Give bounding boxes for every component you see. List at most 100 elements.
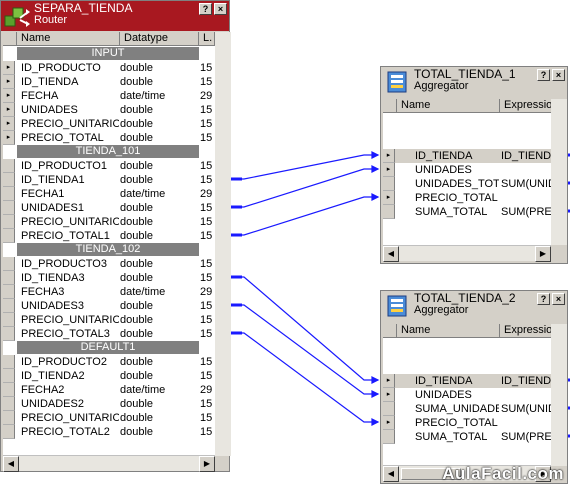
col-expression-header[interactable]: Expression (500, 324, 551, 338)
port-row[interactable]: ID_TIENDA3double15▸ (3, 271, 215, 285)
col-expression-header[interactable]: Expression (500, 99, 551, 113)
port-row[interactable]: ▸ ID_TIENDA ID_TIENDA (383, 374, 551, 388)
port-row[interactable]: PRECIO_UNITARIO1double15▸ (3, 215, 215, 229)
input-port-icon[interactable]: ▸ (3, 61, 15, 75)
aggregator1-titlebar[interactable]: TOTAL_TIENDA_1 Aggregator ? × (381, 67, 567, 97)
input-port-icon[interactable]: ▸ (383, 163, 395, 177)
input-port-icon[interactable]: ▸ (3, 103, 15, 117)
close-button[interactable]: × (552, 293, 565, 305)
port-row[interactable]: PRECIO_TOTAL3double15▸ (3, 327, 215, 341)
scroll-right-icon[interactable]: ▶ (535, 246, 551, 262)
scroll-left-icon[interactable]: ◀ (3, 456, 19, 472)
input-port-icon[interactable]: ▸ (383, 149, 395, 163)
input-port-icon[interactable] (3, 397, 15, 411)
input-port-icon[interactable]: ▸ (3, 75, 15, 89)
input-port-icon[interactable] (3, 201, 15, 215)
port-row[interactable]: UNIDADES3double15▸ (3, 299, 215, 313)
port-row[interactable]: ▸ ID_TIENDA ID_TIENDA (383, 149, 551, 163)
input-port-icon[interactable] (3, 383, 15, 397)
aggregator1-hscroll[interactable]: ◀ ▶ (383, 245, 551, 262)
port-row[interactable]: UNIDADES1double15▸ (3, 201, 215, 215)
aggregator2-window[interactable]: TOTAL_TIENDA_2 Aggregator ? × Name Expre… (380, 290, 568, 484)
col-length-header[interactable]: L. (199, 32, 215, 46)
aggregator1-vscroll[interactable] (551, 99, 567, 245)
port-row[interactable]: ▸ UNIDADES double 15 (3, 103, 215, 117)
group-header: TIENDA_102 (17, 243, 199, 256)
port-row[interactable]: ▸ ID_PRODUCTO double 15 (3, 61, 215, 75)
input-port-icon[interactable] (3, 299, 15, 313)
cell-name: PRECIO_TOTAL (21, 132, 104, 144)
input-port-icon[interactable] (3, 355, 15, 369)
col-name-header[interactable]: Name (17, 32, 120, 46)
router-vscroll[interactable] (215, 32, 231, 456)
input-port-icon[interactable] (383, 205, 395, 219)
close-button[interactable]: × (552, 69, 565, 81)
help-button[interactable]: ? (537, 293, 550, 305)
port-row[interactable]: FECHA1date/time29▸ (3, 187, 215, 201)
port-row[interactable]: ID_TIENDA1double15▸ (3, 173, 215, 187)
port-row[interactable]: ▸ PRECIO_TOTAL (383, 191, 551, 205)
port-row[interactable]: PRECIO_TOTAL2double15▸ (3, 425, 215, 439)
input-port-icon[interactable] (3, 411, 15, 425)
scroll-left-icon[interactable]: ◀ (383, 246, 399, 262)
input-port-icon[interactable]: ▸ (383, 416, 395, 430)
port-row[interactable]: PRECIO_TOTAL1double15▸ (3, 229, 215, 243)
port-row[interactable]: SUMA_UNIDADESSUM(UNIDADES) (383, 402, 551, 416)
input-port-icon[interactable] (3, 173, 15, 187)
router-titlebar[interactable]: SEPARA_TIENDA Router ? × (1, 1, 229, 31)
port-row[interactable]: PRECIO_UNITARIO3double15▸ (3, 313, 215, 327)
router-hscroll[interactable]: ◀ ▶ (3, 455, 215, 472)
input-port-icon[interactable] (3, 187, 15, 201)
port-row[interactable]: FECHA3date/time29▸ (3, 285, 215, 299)
input-port-icon[interactable] (3, 313, 15, 327)
port-row[interactable]: UNIDADES2double15▸ (3, 397, 215, 411)
help-button[interactable]: ? (199, 3, 212, 15)
input-port-icon[interactable]: ▸ (3, 117, 15, 131)
port-row[interactable]: ▸ UNIDADES (383, 163, 551, 177)
help-button[interactable]: ? (537, 69, 550, 81)
input-port-icon[interactable] (3, 257, 15, 271)
cell-expression: SUM(PRECIO_TOTAL) (501, 431, 551, 443)
input-port-icon[interactable]: ▸ (3, 131, 15, 145)
scroll-right-icon[interactable]: ▶ (199, 456, 215, 472)
port-row[interactable]: FECHA2date/time29▸ (3, 383, 215, 397)
port-row[interactable]: ID_PRODUCTO1double15▸ (3, 159, 215, 173)
col-datatype-header[interactable]: Datatype (120, 32, 199, 46)
port-row[interactable]: ID_TIENDA2double15▸ (3, 369, 215, 383)
aggregator1-window[interactable]: TOTAL_TIENDA_1 Aggregator ? × Name Expre… (380, 66, 568, 264)
input-port-icon[interactable]: ▸ (383, 374, 395, 388)
port-row[interactable]: SUMA_TOTAL SUM(PRECIO_TOTAL) (383, 205, 551, 219)
port-row[interactable]: ▸ FECHA date/time 29 (3, 89, 215, 103)
port-row[interactable]: ▸ PRECIO_TOTAL (383, 416, 551, 430)
port-row[interactable]: ▸ UNIDADES (383, 388, 551, 402)
port-row[interactable]: SUMA_TOTAL SUM(PRECIO_TOTAL) (383, 430, 551, 444)
port-row[interactable]: ID_PRODUCTO2double15▸ (3, 355, 215, 369)
router-window[interactable]: SEPARA_TIENDA Router ? × Name Datatype L… (0, 0, 231, 472)
port-row[interactable]: ID_PRODUCTO3double15▸ (3, 257, 215, 271)
input-port-icon[interactable] (3, 369, 15, 383)
port-row[interactable]: ▸ ID_TIENDA double 15 (3, 75, 215, 89)
aggregator2-titlebar[interactable]: TOTAL_TIENDA_2 Aggregator ? × (381, 291, 567, 321)
input-port-icon[interactable] (3, 159, 15, 173)
input-port-icon[interactable] (3, 285, 15, 299)
input-port-icon[interactable] (383, 430, 395, 444)
input-port-icon[interactable]: ▸ (3, 89, 15, 103)
input-port-icon[interactable] (3, 327, 15, 341)
input-port-icon[interactable] (3, 229, 15, 243)
input-port-icon[interactable] (383, 402, 395, 416)
input-port-icon[interactable] (3, 271, 15, 285)
port-row[interactable]: ▸ PRECIO_UNITARIO double 15 (3, 117, 215, 131)
input-port-icon[interactable] (383, 177, 395, 191)
input-port-icon[interactable]: ▸ (383, 388, 395, 402)
input-port-icon[interactable] (3, 215, 15, 229)
scroll-left-icon[interactable]: ◀ (383, 466, 399, 482)
port-row[interactable]: ▸ PRECIO_TOTAL double 15 (3, 131, 215, 145)
close-button[interactable]: × (214, 3, 227, 15)
input-port-icon[interactable] (3, 425, 15, 439)
port-row[interactable]: PRECIO_UNITARIO2double15▸ (3, 411, 215, 425)
port-row[interactable]: UNIDADES_TOTALSUM(UNIDADES) (383, 177, 551, 191)
aggregator2-vscroll[interactable] (551, 324, 567, 466)
input-port-icon[interactable]: ▸ (383, 191, 395, 205)
col-name-header[interactable]: Name (397, 324, 500, 338)
col-name-header[interactable]: Name (397, 99, 500, 113)
